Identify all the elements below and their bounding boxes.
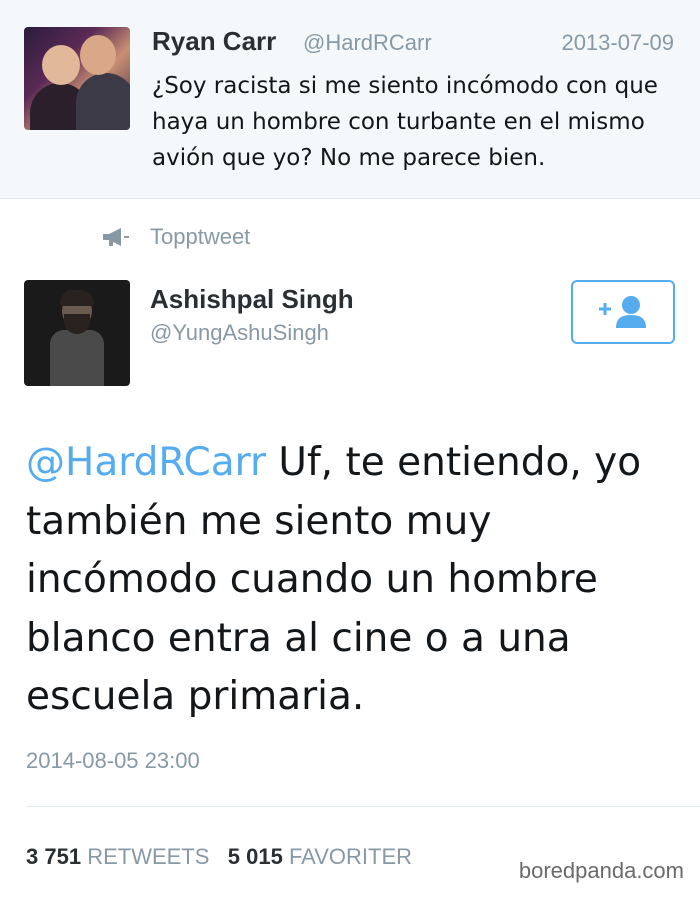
tweet-text: @HardRCarr Uf, te entiendo, yo también m… (26, 434, 686, 727)
avatar[interactable] (24, 27, 130, 130)
retweet-context: Topptweet (100, 222, 250, 252)
retweet-context-label: Topptweet (150, 224, 251, 249)
add-user-icon (599, 296, 646, 328)
author-name[interactable]: Ashishpal Singh (150, 284, 354, 315)
avatar[interactable] (24, 280, 130, 386)
reply-date: 2013-07-09 (561, 30, 674, 55)
retweets-count[interactable]: 3 751 (26, 844, 81, 869)
tweet-stats: 3 751 RETWEETS 5 015 FAVORITER (26, 844, 412, 870)
divider (26, 806, 700, 807)
watermark: boredpanda.com (518, 858, 684, 883)
follow-button[interactable] (571, 280, 675, 344)
reply-author-handle[interactable]: @HardRCarr (303, 30, 432, 56)
favorites-label[interactable]: FAVORITER (289, 844, 412, 869)
retweets-label[interactable]: RETWEETS (87, 844, 209, 869)
reply-text: ¿Soy racista si me siento incómodo con q… (152, 73, 658, 171)
megaphone-icon (103, 228, 129, 246)
mention-link[interactable]: @HardRCarr (26, 440, 266, 485)
reply-tweet[interactable]: Ryan Carr @HardRCarr 2013-07-09 ¿Soy rac… (0, 0, 700, 199)
author-handle[interactable]: @YungAshuSingh (150, 320, 329, 346)
reply-author-name[interactable]: Ryan Carr (152, 26, 276, 57)
favorites-count[interactable]: 5 015 (228, 844, 283, 869)
tweet-timestamp[interactable]: 2014-08-05 23:00 (26, 748, 200, 774)
